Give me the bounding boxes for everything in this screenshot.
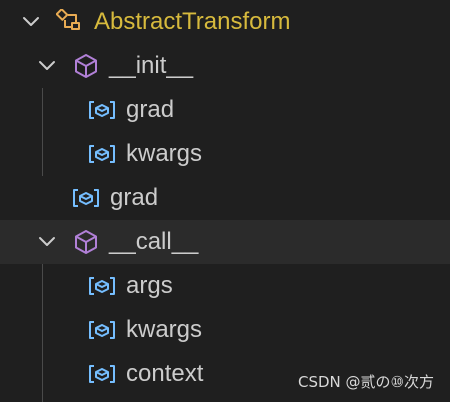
variable-icon [89,145,115,163]
tree-item-label: context [126,360,204,387]
class-icon [56,9,80,30]
variable-icon [73,189,99,207]
tree-item-call-kwargs[interactable]: kwargs [0,308,450,352]
variable-icon [89,101,115,119]
tree-item-label: args [126,272,173,299]
tree-item-label: AbstractTransform [94,8,291,35]
chevron-down-icon[interactable] [36,54,58,76]
method-icon [75,54,97,78]
tree-item-label: kwargs [126,316,203,343]
tree-item-call-args[interactable]: args [0,264,450,308]
variable-icon [89,321,115,339]
variable-icon [89,365,115,383]
tree-item-label: kwargs [126,140,203,167]
tree-item-label: __call__ [109,228,199,255]
chevron-down-icon[interactable] [20,10,42,32]
variable-icon [89,277,115,295]
tree-item-call[interactable]: __call__ [0,220,450,264]
method-icon [75,230,97,254]
watermark: CSDN @贰の⑩次方 [298,373,434,391]
tree-item-label: grad [126,96,175,123]
tree-item-grad[interactable]: grad [0,176,450,220]
outline-tree: AbstractTransform __init__ grad kwargs g… [0,0,450,402]
tree-item-init-kwargs[interactable]: kwargs [0,132,450,176]
tree-item-label: grad [110,184,159,211]
tree-item-init-grad[interactable]: grad [0,88,450,132]
tree-item-init[interactable]: __init__ [0,44,450,88]
chevron-down-icon[interactable] [36,230,58,252]
tree-item-abstract-transform[interactable]: AbstractTransform [0,0,450,44]
tree-item-label: __init__ [109,52,194,79]
